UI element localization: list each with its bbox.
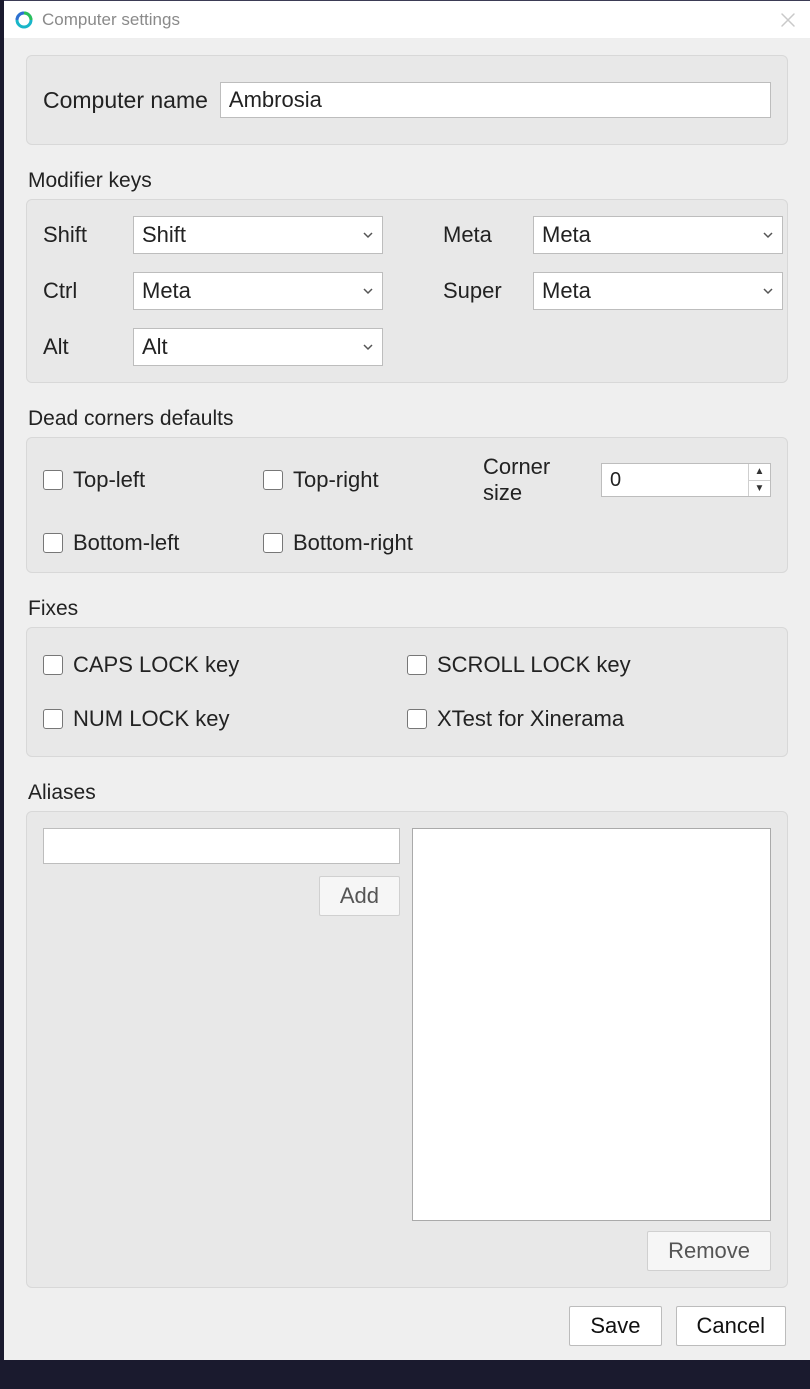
spin-down-icon[interactable]: ▼	[749, 480, 770, 497]
computer-name-group: Computer name	[26, 55, 788, 145]
chevron-down-icon	[362, 285, 374, 297]
chevron-down-icon	[762, 229, 774, 241]
corner-size-value: 0	[602, 464, 748, 496]
checkbox-icon	[263, 533, 283, 553]
scroll-lock-checkbox[interactable]: SCROLL LOCK key	[407, 652, 771, 678]
bottom-right-checkbox[interactable]: Bottom-right	[263, 530, 483, 556]
dead-corners-section: Dead corners defaults Top-left Top-right…	[26, 397, 788, 573]
fixes-section: Fixes CAPS LOCK key SCROLL LOCK key NUM …	[26, 587, 788, 757]
bottom-left-checkbox[interactable]: Bottom-left	[43, 530, 263, 556]
super-select-value: Meta	[542, 278, 591, 304]
num-lock-checkbox[interactable]: NUM LOCK key	[43, 706, 407, 732]
dialog-content: Computer name Modifier keys Shift Shift …	[4, 39, 810, 1360]
meta-label: Meta	[443, 222, 533, 248]
alt-select[interactable]: Alt	[133, 328, 383, 366]
caps-lock-checkbox[interactable]: CAPS LOCK key	[43, 652, 407, 678]
xtest-checkbox[interactable]: XTest for Xinerama	[407, 706, 771, 732]
cancel-button[interactable]: Cancel	[676, 1306, 786, 1346]
remove-button[interactable]: Remove	[647, 1231, 771, 1271]
num-lock-label: NUM LOCK key	[73, 706, 229, 732]
chevron-down-icon	[362, 229, 374, 241]
ctrl-select[interactable]: Meta	[133, 272, 383, 310]
close-icon[interactable]	[776, 12, 800, 28]
dead-corners-heading: Dead corners defaults	[28, 407, 788, 431]
window-title: Computer settings	[42, 10, 180, 30]
ctrl-select-value: Meta	[142, 278, 191, 304]
checkbox-icon	[407, 709, 427, 729]
chevron-down-icon	[362, 341, 374, 353]
checkbox-icon	[43, 533, 63, 553]
alt-label: Alt	[43, 334, 133, 360]
scroll-lock-label: SCROLL LOCK key	[437, 652, 631, 678]
app-icon	[14, 10, 34, 30]
computer-name-label: Computer name	[43, 87, 208, 114]
top-right-label: Top-right	[293, 467, 379, 493]
super-label: Super	[443, 278, 533, 304]
corner-size-spinbox[interactable]: 0 ▲ ▼	[601, 463, 771, 497]
bottom-left-label: Bottom-left	[73, 530, 179, 556]
dialog-footer: Save Cancel	[26, 1302, 788, 1346]
save-button[interactable]: Save	[569, 1306, 661, 1346]
aliases-section: Aliases Add Remove	[26, 771, 788, 1288]
top-left-checkbox[interactable]: Top-left	[43, 467, 263, 493]
meta-select-value: Meta	[542, 222, 591, 248]
computer-name-input[interactable]	[220, 82, 771, 118]
meta-select[interactable]: Meta	[533, 216, 783, 254]
modifier-keys-section: Modifier keys Shift Shift Meta Meta Ctrl	[26, 159, 788, 383]
chevron-down-icon	[762, 285, 774, 297]
modifier-keys-heading: Modifier keys	[28, 169, 788, 193]
checkbox-icon	[43, 655, 63, 675]
ctrl-label: Ctrl	[43, 278, 133, 304]
add-button[interactable]: Add	[319, 876, 400, 916]
aliases-heading: Aliases	[28, 781, 788, 805]
spin-up-icon[interactable]: ▲	[749, 464, 770, 480]
shift-select[interactable]: Shift	[133, 216, 383, 254]
titlebar: Computer settings	[4, 1, 810, 39]
checkbox-icon	[407, 655, 427, 675]
shift-select-value: Shift	[142, 222, 186, 248]
checkbox-icon	[263, 470, 283, 490]
top-right-checkbox[interactable]: Top-right	[263, 467, 483, 493]
super-select[interactable]: Meta	[533, 272, 783, 310]
top-left-label: Top-left	[73, 467, 145, 493]
corner-size-label: Corner size	[483, 454, 601, 506]
alt-select-value: Alt	[142, 334, 168, 360]
checkbox-icon	[43, 709, 63, 729]
xtest-label: XTest for Xinerama	[437, 706, 624, 732]
checkbox-icon	[43, 470, 63, 490]
fixes-heading: Fixes	[28, 597, 788, 621]
caps-lock-label: CAPS LOCK key	[73, 652, 239, 678]
settings-dialog: Computer settings Computer name Modifier…	[4, 0, 810, 1360]
bottom-right-label: Bottom-right	[293, 530, 413, 556]
shift-label: Shift	[43, 222, 133, 248]
alias-input[interactable]	[43, 828, 400, 864]
aliases-list[interactable]	[412, 828, 771, 1221]
